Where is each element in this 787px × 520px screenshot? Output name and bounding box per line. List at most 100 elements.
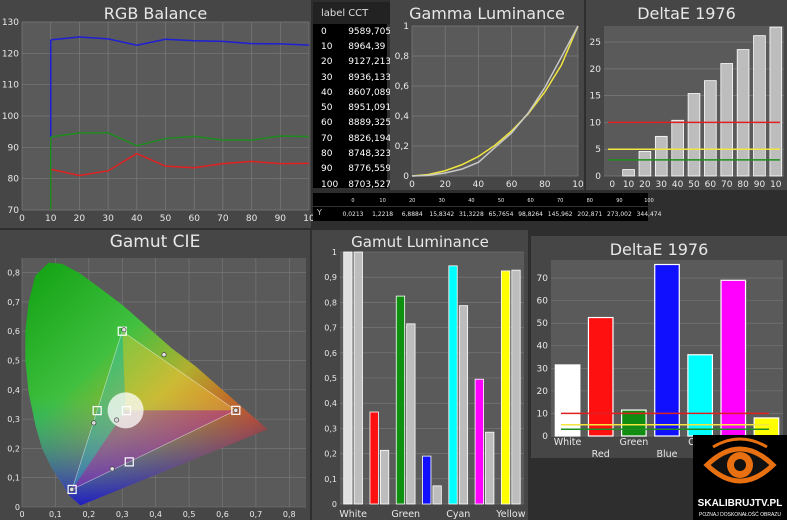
y-tick-label: 100 — [2, 112, 19, 122]
cct-row: 0 9589,705 — [313, 24, 391, 39]
y-tick-label: 0 — [332, 500, 337, 509]
cct-row-value: 8936,133 — [348, 72, 392, 83]
y-luminance-strip: 0 0,0213 10 1,2218 20 6,8884 30 15,8342 40 31,322… — [313, 193, 662, 221]
y-tick-label: 20 — [590, 65, 602, 75]
category-label: White — [554, 437, 582, 448]
cie-white-point-glow — [107, 392, 144, 429]
y-strip-tick: 30 — [439, 198, 445, 204]
y-strip-value: 344,474 — [637, 211, 662, 218]
x-tick-label: 50 — [688, 180, 700, 190]
x-tick-label: 70 — [217, 214, 229, 224]
measured-bar — [474, 378, 484, 505]
x-tick-label: 0 — [19, 510, 24, 519]
deltae-bar — [736, 49, 750, 177]
x-tick-label: 40 — [473, 180, 485, 190]
y-tick-label: 0 — [542, 432, 548, 442]
y-strip-tick: 100 — [644, 198, 654, 204]
category-label: Yellow — [495, 509, 525, 520]
deltae-bar — [769, 26, 783, 177]
skalibrujtv-logo: SKALIBRUJTV.PL POZNAJ DOSKONAŁOŚĆ OBRAZU — [693, 435, 787, 520]
y-tick-label: 90 — [8, 143, 20, 153]
logo-subtitle: POZNAJ DOSKONAŁOŚĆ OBRAZU — [699, 512, 781, 518]
rgb-balance-chart: 0 10 20 30 40 50 60 70 80 90 10708090100110120130 — [2, 18, 315, 224]
measured-point — [69, 486, 75, 492]
y-tick-label: 0 — [595, 172, 601, 182]
cct-row: 70 8826,194 — [313, 131, 391, 146]
x-tick-label: 90 — [275, 214, 287, 224]
reference-bar — [406, 323, 416, 505]
category-label: White — [339, 509, 367, 520]
y-tick-label: 0,2 — [395, 142, 409, 152]
category-label: Blue — [656, 449, 677, 460]
cct-row-label: 10 — [321, 41, 333, 52]
measured-point — [161, 352, 167, 358]
cct-row-value: 8703,527 — [348, 179, 392, 190]
y-tick-label: 130 — [2, 18, 19, 28]
deltae-gamut-bar — [720, 279, 747, 437]
cct-header-cct: CCT — [345, 2, 392, 24]
cct-row-label: 80 — [321, 149, 333, 160]
deltae-bar — [687, 93, 701, 177]
y-tick-label: 1 — [403, 22, 409, 32]
x-tick-label: 80 — [246, 214, 258, 224]
y-strip-tick: 70 — [557, 198, 563, 204]
x-tick-label: 20 — [439, 180, 451, 190]
eye-icon — [703, 437, 777, 484]
y-tick-label: 0,1 — [324, 475, 337, 484]
x-tick-label: 30 — [102, 214, 114, 224]
y-strip-value: 202,871 — [577, 211, 602, 218]
x-tick-label: 0,5 — [183, 510, 196, 519]
measured-bar — [395, 295, 406, 505]
measured-bar — [448, 265, 458, 505]
cct-row-value: 8748,323 — [348, 149, 392, 160]
cct-row-label: 30 — [321, 72, 333, 83]
x-tick-label: 0,3 — [116, 510, 129, 519]
cct-row: 40 8607,089 — [313, 85, 391, 100]
cct-row: 30 8936,133 — [313, 70, 391, 85]
cct-row: 80 8748,323 — [313, 146, 391, 161]
y-tick-label: 0,1 — [7, 474, 20, 483]
deltae-bar — [671, 119, 684, 177]
y-luminance-values: 0 0,0213 10 1,2218 20 6,8884 30 15,8342 40 31,322… — [343, 198, 662, 218]
y-tick-label: 5 — [595, 145, 601, 155]
y-tick-label: 0,4 — [395, 112, 410, 122]
y-strip-value: 15,8342 — [429, 211, 454, 218]
cct-row-label: 60 — [321, 118, 333, 129]
measured-bar — [343, 251, 353, 505]
x-tick-label: 0,4 — [149, 510, 162, 519]
y-strip-label: Y — [317, 208, 322, 217]
y-tick-label: 40 — [537, 342, 549, 352]
measured-point — [109, 466, 115, 472]
y-tick-label: 0,4 — [324, 399, 337, 408]
x-tick-label: 50 — [160, 214, 172, 224]
plot-area — [412, 26, 578, 176]
deltae-grayscale-chart: 0 5 10 15 20 25 0 10 20 30 40 50 60 70 80 90 10 — [590, 26, 784, 190]
y-tick-label: 0,6 — [395, 82, 410, 92]
reference-bar — [485, 431, 495, 505]
cct-row-value: 8826,194 — [348, 133, 392, 144]
rgb-balance-panel: RGB Balance 0 10 20 30 40 50 60 70 80 90 10 70 80 90 1… — [0, 0, 315, 228]
deltae-bar — [720, 63, 734, 177]
measured-point — [91, 420, 97, 426]
cct-row-label: 0 — [321, 26, 327, 37]
cct-row: 50 8951,091 — [313, 100, 391, 115]
y-strip-divider — [313, 206, 648, 207]
y-tick-label: 120 — [2, 49, 19, 59]
x-tick-label: 70 — [721, 180, 733, 190]
y-tick-label: 0,4 — [7, 386, 20, 395]
gamut-luminance-chart: 00,10,20,30,40,50,60,70,80,91WhiteRedGre… — [324, 248, 525, 520]
gamma-luminance-chart: 0 20 40 60 80 1000,20,40,60,81 — [395, 22, 584, 190]
y-strip-tick: 0 — [351, 198, 354, 204]
x-tick-label: 20 — [74, 214, 86, 224]
cct-row-value: 9127,213 — [348, 57, 392, 68]
deltae-grayscale-panel: DeltaE 1976 0 5 10 15 20 25 0 10 20 30 40 50 60 70 80 9… — [586, 0, 787, 190]
deltae-gamut-bar — [587, 316, 614, 437]
y-strip-value: 6,8884 — [402, 211, 423, 218]
y-tick-label: 0,8 — [395, 52, 410, 62]
x-tick-label: 0 — [19, 214, 25, 224]
reference-bar — [353, 251, 363, 505]
x-tick-label: 0,8 — [283, 510, 296, 519]
y-strip-tick: 50 — [498, 198, 504, 204]
reference-bar — [432, 485, 442, 505]
y-tick-label: 0,7 — [324, 324, 337, 333]
